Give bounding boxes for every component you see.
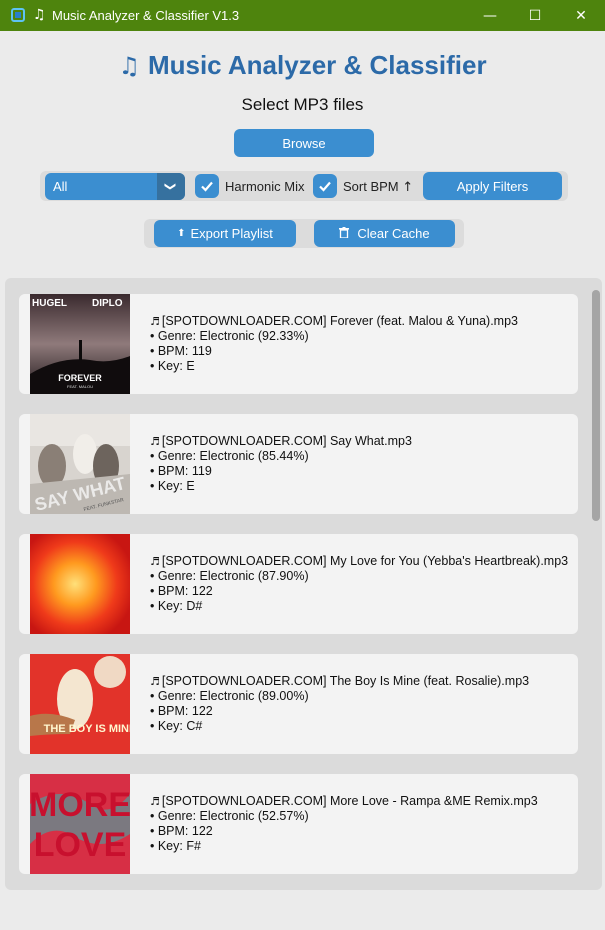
svg-text:DIPLO: DIPLO (92, 298, 123, 309)
track-info: ♬ [SPOTDOWNLOADER.COM] More Love - Rampa … (150, 794, 538, 854)
track-genre: • Genre: Electronic (87.90%) (150, 569, 309, 583)
svg-text:HUGEL: HUGEL (32, 298, 67, 309)
music-note-icon: ♬ (150, 795, 160, 808)
app-icon (11, 8, 25, 22)
track-bpm: • BPM: 122 (150, 584, 213, 598)
checkmark-icon (319, 181, 331, 192)
svg-text:THE BOY IS MINE: THE BOY IS MINE (44, 723, 130, 735)
track-title: ♬ [SPOTDOWNLOADER.COM] The Boy Is Mine (f… (150, 674, 530, 688)
browse-button[interactable]: Browse (234, 129, 374, 157)
track-bpm: • BPM: 119 (150, 464, 212, 478)
trash-icon (339, 226, 350, 241)
arrow-up-icon: ↑ (402, 180, 414, 195)
genre-filter-value: All (53, 179, 68, 194)
export-playlist-button[interactable]: ⬆ Export Playlist (154, 220, 296, 247)
harmonic-mix-checkbox[interactable] (195, 174, 219, 198)
minimize-button[interactable]: — (467, 0, 513, 31)
export-icon: ⬆ (177, 228, 186, 239)
album-art: MORE LOVE (30, 774, 130, 874)
app-heading-text: Music Analyzer & Classifier (147, 50, 487, 80)
music-note-icon: ♬ (150, 315, 160, 328)
sort-bpm-label[interactable]: Sort BPM ↑ (343, 179, 413, 195)
album-art: HUGEL DIPLO FOREVER FEAT. MALOU (30, 294, 130, 394)
track-genre: • Genre: Electronic (89.00%) (150, 689, 309, 703)
track-bpm: • BPM: 122 (150, 824, 213, 838)
album-art (30, 534, 130, 634)
track-info: ♬ [SPOTDOWNLOADER.COM] My Love for You (Y… (150, 554, 568, 614)
track-bpm: • BPM: 119 (150, 344, 212, 358)
track-key: • Key: F# (150, 839, 201, 853)
track-card[interactable]: ♬ [SPOTDOWNLOADER.COM] My Love for You (Y… (19, 534, 578, 634)
genre-filter-select[interactable]: All ❯ (45, 173, 185, 200)
track-card[interactable]: MORE LOVE ♬ [SPOTDOWNLOADER.COM] More Love… (19, 774, 578, 874)
window-title: Music Analyzer & Classifier V1.3 (52, 8, 240, 23)
maximize-button[interactable]: ☐ (512, 0, 558, 31)
select-files-label: Select MP3 files (241, 95, 364, 114)
track-card[interactable]: SAY WHAT FEAT. FUNKSTAR ♬ [SPOTDOWNLOADER… (19, 414, 578, 514)
track-bpm: • BPM: 122 (150, 704, 213, 718)
window-titlebar: ♫ Music Analyzer & Classifier V1.3 — ☐ ✕ (0, 0, 605, 31)
track-info: ♬ [SPOTDOWNLOADER.COM] The Boy Is Mine (f… (150, 674, 529, 734)
track-info: ♬ [SPOTDOWNLOADER.COM] Say What.mp3 • Gen… (150, 434, 412, 494)
close-button[interactable]: ✕ (558, 0, 604, 31)
track-key: • Key: E (150, 359, 195, 373)
music-note-icon: ♬ (150, 435, 160, 448)
svg-text:FOREVER: FOREVER (58, 373, 102, 383)
track-card[interactable]: THE BOY IS MINE ♬ [SPOTDOWNLOADER.COM] Th… (19, 654, 578, 754)
track-genre: • Genre: Electronic (92.33%) (150, 329, 309, 343)
track-title: ♬ [SPOTDOWNLOADER.COM] Say What.mp3 (150, 434, 412, 448)
sort-bpm-checkbox[interactable] (313, 174, 337, 198)
album-art: THE BOY IS MINE (30, 654, 130, 754)
music-note-icon: ♫ (33, 7, 46, 23)
track-title: ♬ [SPOTDOWNLOADER.COM] More Love - Rampa … (150, 794, 538, 808)
album-art: SAY WHAT FEAT. FUNKSTAR (30, 414, 130, 514)
track-key: • Key: E (150, 479, 195, 493)
track-title: ♬ [SPOTDOWNLOADER.COM] Forever (feat. Mal… (150, 314, 518, 328)
scrollbar-thumb[interactable] (592, 290, 600, 521)
checkmark-icon (201, 181, 213, 192)
app-heading: ♫ Music Analyzer & Classifier (0, 50, 605, 81)
track-key: • Key: D# (150, 599, 203, 613)
chevron-down-icon[interactable]: ❯ (157, 173, 185, 200)
clear-cache-button[interactable]: Clear Cache (314, 220, 455, 247)
svg-text:FEAT. MALOU: FEAT. MALOU (67, 384, 93, 389)
track-info: ♬ [SPOTDOWNLOADER.COM] Forever (feat. Mal… (150, 314, 518, 374)
music-note-icon: ♬ (150, 555, 160, 568)
music-note-icon: ♬ (150, 675, 160, 688)
track-card[interactable]: HUGEL DIPLO FOREVER FEAT. MALOU ♬ [SPOTDO… (19, 294, 578, 394)
music-note-icon: ♫ (118, 52, 140, 80)
harmonic-mix-label[interactable]: Harmonic Mix (225, 179, 304, 194)
track-key: • Key: C# (150, 719, 203, 733)
track-genre: • Genre: Electronic (52.57%) (150, 809, 309, 823)
track-title: ♬ [SPOTDOWNLOADER.COM] My Love for You (Y… (150, 554, 569, 568)
track-genre: • Genre: Electronic (85.44%) (150, 449, 309, 463)
apply-filters-button[interactable]: Apply Filters (423, 172, 562, 200)
